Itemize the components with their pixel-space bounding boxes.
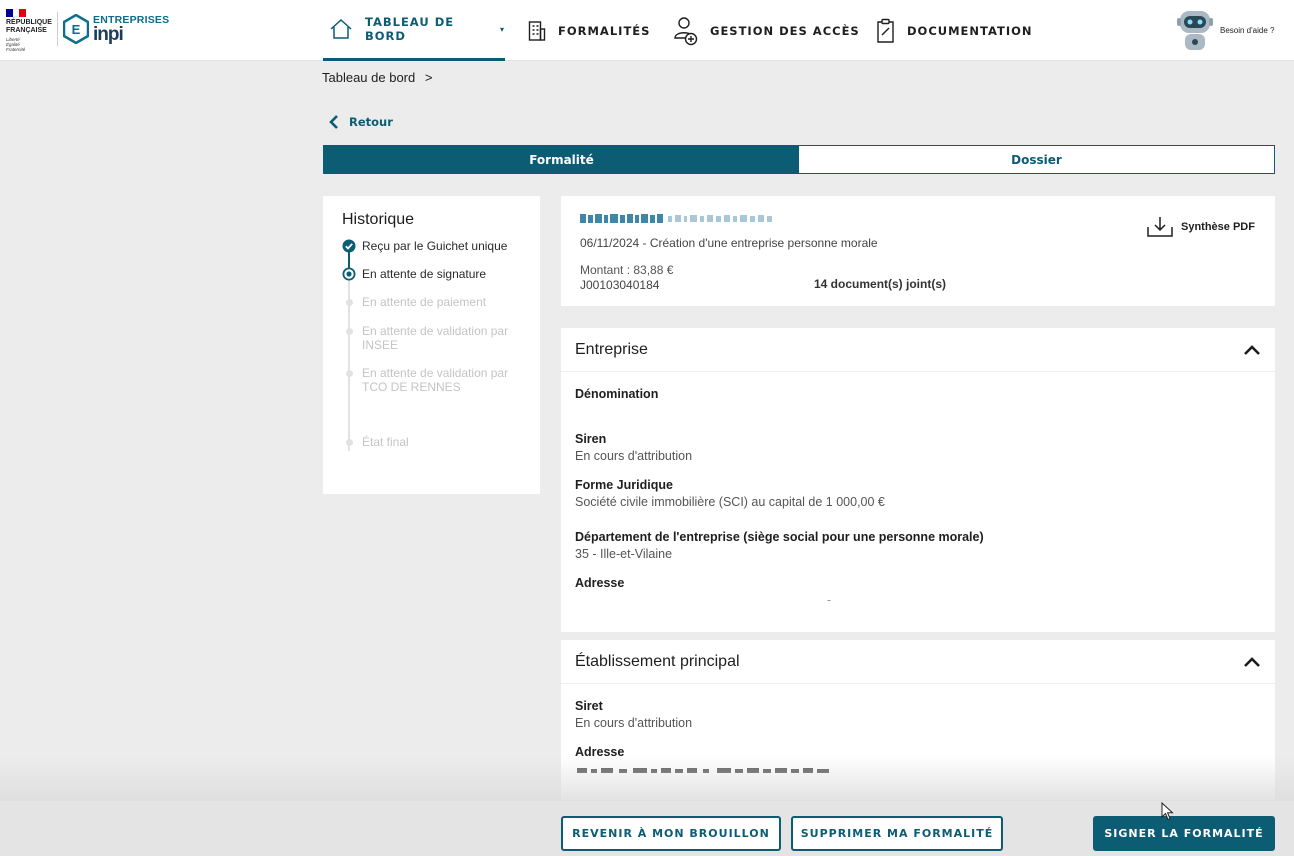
field-label: Adresse (575, 576, 625, 590)
field-departement: Département de l'entreprise (siège socia… (575, 530, 984, 561)
republique-francaise-logo[interactable]: RÉPUBLIQUE FRANÇAISE Liberté Égalité Fra… (6, 9, 56, 52)
mouse-cursor-icon (1161, 802, 1174, 821)
home-icon (330, 18, 352, 39)
current-step-icon (342, 267, 356, 281)
field-adresse: Adresse - (575, 576, 831, 607)
document-icon (877, 18, 894, 43)
history-panel: Historique Reçu par le Guichet unique En… (323, 196, 540, 494)
logo-separator (57, 12, 58, 46)
rf-motto: Liberté Égalité Fraternité (6, 37, 56, 52)
section-title: Entreprise (575, 340, 648, 358)
delete-formality-button[interactable]: SUPPRIMER MA FORMALITÉ (791, 816, 1003, 851)
field-label: Forme Juridique (575, 478, 673, 492)
robot-icon (1177, 11, 1213, 50)
step-label: En attente de signature (362, 267, 487, 281)
pdf-summary-button[interactable]: Synthèse PDF (1146, 216, 1255, 238)
step-label: État final (362, 435, 409, 449)
user-add-icon (674, 16, 698, 45)
field-denomination: Dénomination (575, 387, 658, 404)
tabs: Formalité Dossier (323, 145, 1275, 174)
field-label: Département de l'entreprise (siège socia… (575, 530, 984, 544)
field-label: Dénomination (575, 387, 659, 401)
history-step: En attente de validation par INSEE (342, 324, 527, 352)
redacted-company-name (580, 214, 772, 223)
back-to-draft-button[interactable]: REVENIR À MON BROUILLON (561, 816, 781, 851)
breadcrumb-item[interactable]: Tableau de bord (322, 70, 415, 85)
pending-dot-icon (342, 366, 356, 380)
nav-label: DOCUMENTATION (907, 23, 1033, 38)
breadcrumb-separator: > (424, 70, 433, 85)
nav-label: TABLEAU DE BORD (365, 15, 455, 43)
formality-summary-card: 06/11/2024 - Création d'une entreprise p… (561, 196, 1275, 306)
nav-documentation[interactable]: DOCUMENTATION (876, 0, 1033, 61)
field-value: 35 - Ille-et-Vilaine (575, 547, 673, 561)
chevron-down-icon: ▾ (499, 24, 505, 34)
history-step: En attente de signature (342, 267, 532, 281)
step-label: En attente de validation par TCO DE RENN… (362, 366, 509, 394)
entreprise-section-header[interactable]: Entreprise (561, 328, 1275, 372)
attached-documents-link[interactable]: 14 document(s) joint(s) (814, 277, 946, 291)
rf-line1: RÉPUBLIQUE (6, 19, 52, 26)
top-navigation: RÉPUBLIQUE FRANÇAISE Liberté Égalité Fra… (0, 0, 1294, 61)
french-flag-icon (6, 9, 27, 17)
section-title: Établissement principal (575, 652, 740, 670)
formality-date: 06/11/2024 - Création d'une entreprise p… (580, 236, 878, 250)
field-forme-juridique: Forme Juridique Société civile immobiliè… (575, 478, 885, 509)
field-label: Siret (575, 699, 603, 713)
tab-dossier[interactable]: Dossier (799, 146, 1274, 173)
nav-label: GESTION DES ACCÈS (710, 23, 860, 38)
check-circle-icon (342, 239, 356, 253)
motto-fraternite: Fraternité (6, 47, 26, 52)
step-label: En attente de paiement (362, 295, 487, 309)
inpi-logo[interactable]: E ENTREPRISES inpi (63, 14, 169, 44)
etablissement-section-header[interactable]: Établissement principal (561, 640, 1275, 684)
history-step: État final (342, 435, 532, 449)
building-icon (528, 20, 546, 41)
history-step: En attente de validation par TCO DE RENN… (342, 366, 527, 394)
field-value: En cours d'attribution (575, 716, 693, 730)
sign-formality-button[interactable]: SIGNER LA FORMALITÉ (1093, 816, 1275, 851)
chevron-up-icon[interactable] (1243, 344, 1261, 356)
nav-tableau-de-bord[interactable]: TABLEAU DE BORD ▾ (323, 0, 505, 61)
breadcrumb: Tableau de bord > (322, 70, 432, 85)
brand-name: inpi (93, 24, 124, 45)
pending-dot-icon (342, 324, 356, 338)
tab-formalite[interactable]: Formalité (324, 146, 799, 173)
back-link[interactable]: Retour (329, 114, 393, 130)
bottom-fade (0, 756, 1294, 806)
formality-reference: J00103040184 (580, 278, 660, 292)
history-step: Reçu par le Guichet unique (342, 239, 532, 253)
field-siren: Siren En cours d'attribution (575, 432, 692, 463)
nav-label: FORMALITÉS (558, 23, 651, 38)
history-step: En attente de paiement (342, 295, 532, 309)
step-label: Reçu par le Guichet unique (362, 239, 508, 253)
rf-text: RÉPUBLIQUE FRANÇAISE (6, 19, 56, 35)
formality-amount: Montant : 83,88 € (580, 263, 674, 277)
chevron-left-icon (329, 115, 338, 129)
pdf-label: Synthèse PDF (1181, 221, 1255, 233)
nav-formalites[interactable]: FORMALITÉS (528, 0, 650, 61)
field-label: Siren (575, 432, 607, 446)
field-siret: Siret En cours d'attribution (575, 699, 692, 730)
inpi-badge-icon: E (63, 14, 89, 44)
help-label: Besoin d'aide ? (1220, 25, 1275, 35)
history-title: Historique (342, 211, 415, 228)
field-value: En cours d'attribution (575, 449, 693, 463)
help-chatbot-button[interactable]: Besoin d'aide ? (1176, 6, 1284, 54)
download-icon (1147, 217, 1173, 237)
back-label: Retour (349, 115, 393, 129)
rf-line2: FRANÇAISE (6, 27, 47, 34)
pending-dot-icon (342, 295, 356, 309)
svg-text:E: E (72, 22, 81, 37)
chevron-up-icon[interactable] (1243, 656, 1261, 668)
step-label: En attente de validation par INSEE (362, 324, 509, 352)
field-value: Société civile immobilière (SCI) au capi… (575, 495, 885, 509)
pending-dot-icon (342, 435, 356, 449)
nav-gestion-des-acces[interactable]: GESTION DES ACCÈS (674, 0, 860, 61)
field-value: - (827, 593, 832, 607)
entreprise-section: Entreprise Dénomination Siren En cours d… (561, 328, 1275, 632)
